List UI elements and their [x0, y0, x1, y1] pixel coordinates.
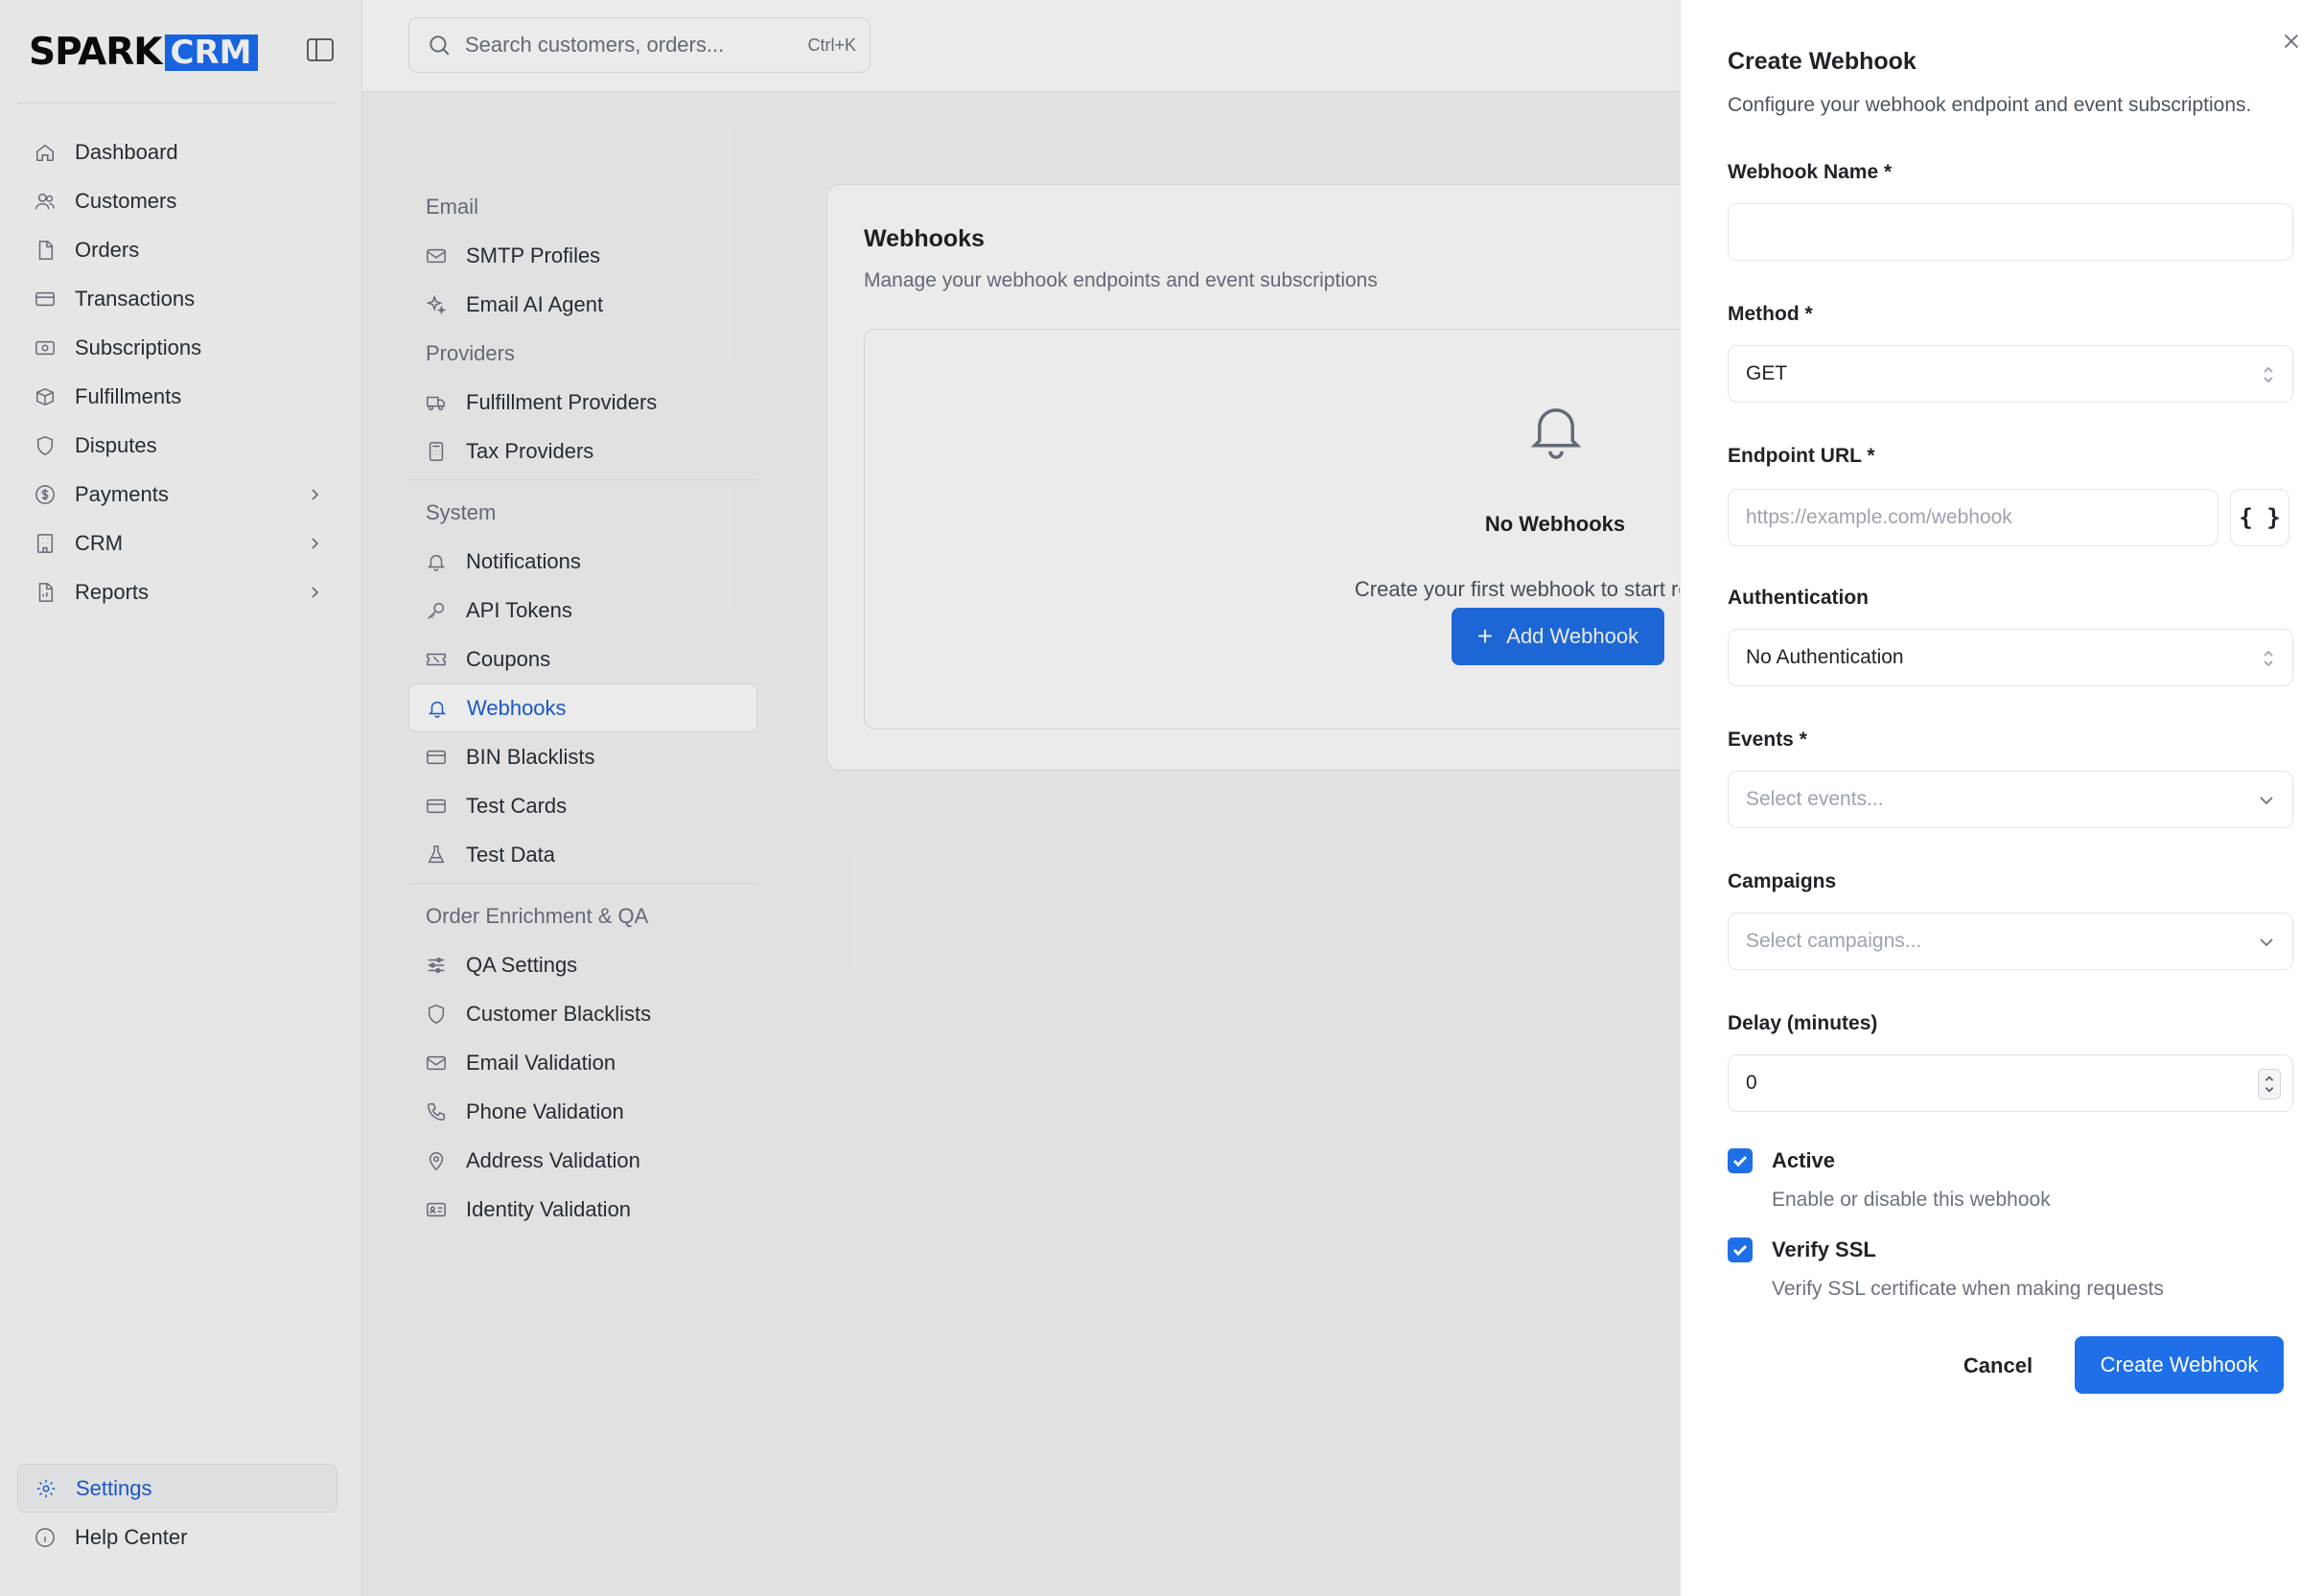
active-checkbox[interactable] — [1728, 1148, 1753, 1173]
webhook-name-label: Webhook Name * — [1728, 161, 1893, 183]
chevron-down-icon — [2260, 938, 2273, 947]
verify-ssl-checkbox[interactable] — [1728, 1237, 1753, 1262]
create-webhook-button[interactable]: Create Webhook — [2075, 1336, 2284, 1394]
events-select[interactable]: Select events... — [1728, 771, 2293, 828]
close-icon — [2284, 34, 2299, 49]
check-icon — [1732, 1244, 1748, 1257]
stepper-arrows-icon — [2265, 1076, 2274, 1093]
active-checkbox-row[interactable]: Active — [1728, 1148, 1835, 1173]
authentication-select[interactable]: No Authentication — [1728, 629, 2293, 686]
verify-ssl-label: Verify SSL — [1772, 1237, 1876, 1261]
verify-ssl-checkbox-row[interactable]: Verify SSL — [1728, 1237, 1876, 1262]
endpoint-url-field[interactable] — [1728, 489, 2218, 546]
delay-input[interactable] — [1746, 1072, 2292, 1095]
active-label: Active — [1772, 1148, 1836, 1172]
check-icon — [1732, 1155, 1748, 1168]
delay-field[interactable] — [1728, 1054, 2293, 1112]
authentication-label: Authentication — [1728, 587, 1869, 609]
panel-subtitle: Configure your webhook endpoint and even… — [1728, 94, 2252, 116]
method-value: GET — [1746, 362, 1788, 384]
campaigns-placeholder: Select campaigns... — [1746, 930, 1922, 952]
create-webhook-panel: Create Webhook Configure your webhook en… — [1680, 0, 2323, 1596]
chevron-down-icon — [2260, 797, 2273, 805]
campaigns-label: Campaigns — [1728, 870, 1837, 892]
chevron-updown-icon — [2264, 366, 2273, 383]
events-placeholder: Select events... — [1746, 788, 1884, 810]
panel-title: Create Webhook — [1728, 48, 1916, 75]
modal-backdrop[interactable] — [0, 0, 1680, 1596]
method-select[interactable]: GET — [1728, 345, 2293, 403]
endpoint-url-label: Endpoint URL * — [1728, 445, 1875, 467]
chevron-updown-icon — [2264, 650, 2273, 667]
method-label: Method * — [1728, 303, 1813, 325]
authentication-value: No Authentication — [1746, 646, 1904, 668]
webhook-name-field[interactable] — [1728, 203, 2293, 261]
webhook-name-input[interactable] — [1746, 220, 2292, 243]
delay-label: Delay (minutes) — [1728, 1012, 1878, 1034]
campaigns-select[interactable]: Select campaigns... — [1728, 913, 2293, 970]
close-button[interactable] — [2281, 31, 2306, 56]
delay-stepper[interactable] — [2258, 1069, 2281, 1099]
endpoint-url-input[interactable] — [1746, 506, 2218, 529]
active-description: Enable or disable this webhook — [1772, 1189, 2051, 1211]
cancel-button[interactable]: Cancel — [1940, 1338, 2056, 1394]
verify-ssl-description: Verify SSL certificate when making reque… — [1772, 1278, 2164, 1300]
variables-button[interactable]: { } — [2230, 489, 2289, 546]
events-label: Events * — [1728, 729, 1807, 751]
braces-icon: { } — [2239, 504, 2281, 531]
